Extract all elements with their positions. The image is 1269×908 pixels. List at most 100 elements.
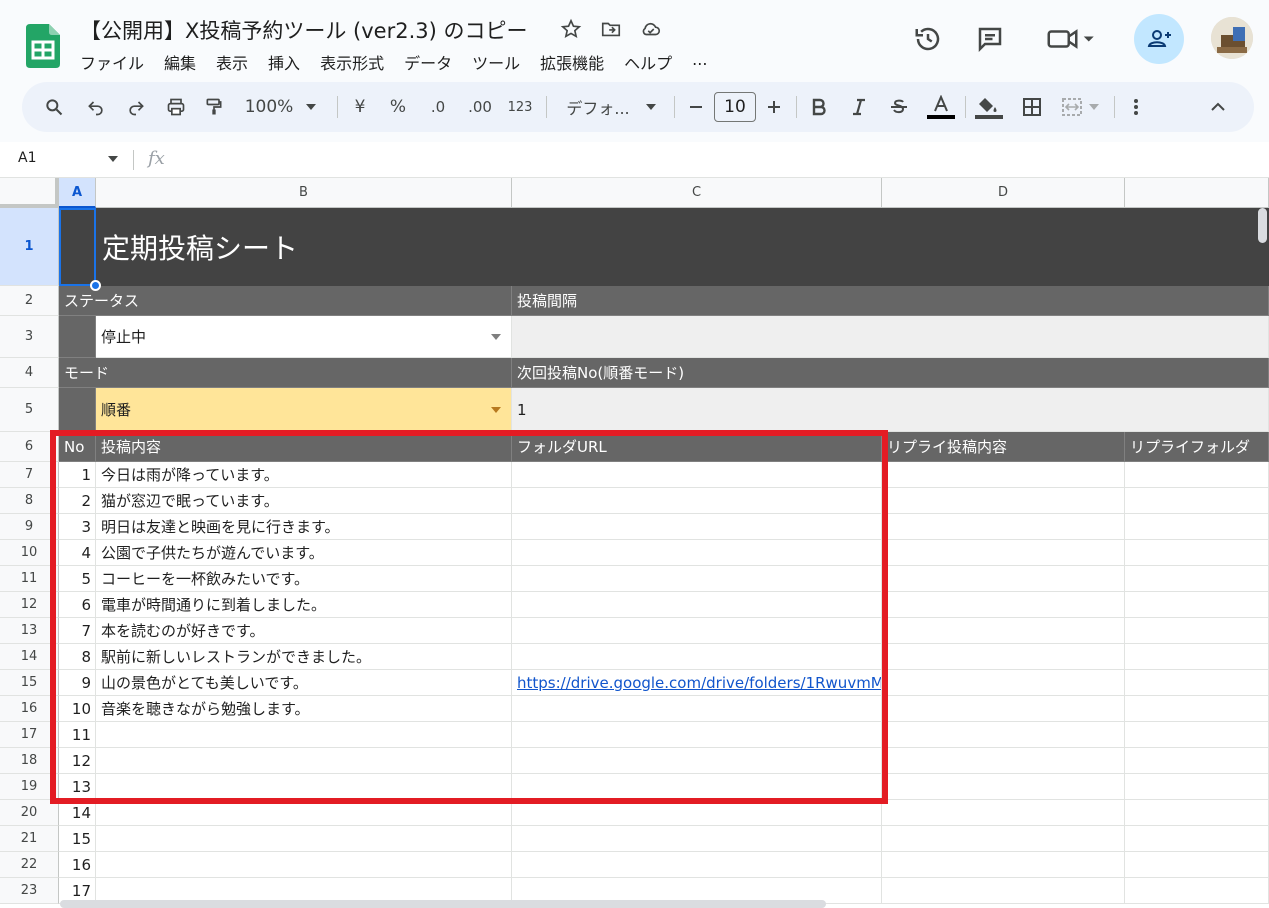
cell-a5[interactable] <box>59 388 96 432</box>
merge-cells-icon[interactable] <box>1060 95 1106 119</box>
menu-extensions[interactable]: 拡張機能 <box>540 50 604 74</box>
reply-folder-cell[interactable] <box>1125 696 1269 722</box>
row-header-6[interactable]: 6 <box>0 432 59 462</box>
reply-folder-cell[interactable] <box>1125 618 1269 644</box>
reply-content-cell[interactable] <box>882 878 1125 904</box>
reply-folder-cell[interactable] <box>1125 800 1269 826</box>
column-header-e[interactable] <box>1125 178 1269 208</box>
row-header-11[interactable]: 11 <box>0 566 59 592</box>
menu-file[interactable]: ファイル <box>80 50 144 74</box>
mode-label[interactable]: モード <box>59 358 512 388</box>
folder-url-cell[interactable] <box>512 540 882 566</box>
row-header-9[interactable]: 9 <box>0 514 59 540</box>
folder-url-cell[interactable] <box>512 462 882 488</box>
reply-content-cell[interactable] <box>882 852 1125 878</box>
no-cell[interactable]: 9 <box>59 670 96 696</box>
folder-url-cell[interactable] <box>512 644 882 670</box>
borders-icon[interactable] <box>1020 95 1044 119</box>
version-history-icon[interactable] <box>913 24 943 54</box>
reply-folder-cell[interactable] <box>1125 592 1269 618</box>
reply-folder-cell[interactable] <box>1125 514 1269 540</box>
collapse-chevron-icon[interactable] <box>1206 95 1230 119</box>
post-content-cell[interactable] <box>96 748 512 774</box>
menu-more[interactable]: ... <box>692 50 707 74</box>
row-header-7[interactable]: 7 <box>0 462 59 488</box>
folder-url-cell[interactable] <box>512 748 882 774</box>
no-cell[interactable]: 14 <box>59 800 96 826</box>
column-header-a[interactable]: A <box>59 178 96 208</box>
no-cell[interactable]: 11 <box>59 722 96 748</box>
row-header-12[interactable]: 12 <box>0 592 59 618</box>
no-cell[interactable]: 13 <box>59 774 96 800</box>
row-header-5[interactable]: 5 <box>0 388 59 432</box>
no-cell[interactable]: 15 <box>59 826 96 852</box>
reply-folder-cell[interactable] <box>1125 722 1269 748</box>
star-icon[interactable] <box>560 18 582 40</box>
name-box[interactable]: A1 <box>18 150 36 166</box>
reply-content-cell[interactable] <box>882 540 1125 566</box>
row-header-15[interactable]: 15 <box>0 670 59 696</box>
no-cell[interactable]: 16 <box>59 852 96 878</box>
italic-icon[interactable] <box>848 95 870 119</box>
post-content-cell[interactable]: 公園で子供たちが遊んでいます。 <box>96 540 512 566</box>
row-header-10[interactable]: 10 <box>0 540 59 566</box>
move-folder-icon[interactable] <box>600 18 622 40</box>
search-menus-icon[interactable] <box>42 95 66 119</box>
reply-folder-cell[interactable] <box>1125 878 1269 904</box>
font-size-decrease-icon[interactable] <box>686 95 706 119</box>
reply-content-cell[interactable] <box>882 462 1125 488</box>
vertical-scrollbar[interactable] <box>1258 208 1267 243</box>
reply-folder-cell[interactable] <box>1125 488 1269 514</box>
reply-folder-cell[interactable] <box>1125 566 1269 592</box>
dropdown-caret-icon[interactable] <box>491 333 501 340</box>
reply-content-cell[interactable] <box>882 826 1125 852</box>
share-button[interactable] <box>1134 14 1184 64</box>
mode-dropdown[interactable]: 順番 <box>96 388 512 432</box>
folder-url-cell[interactable] <box>512 592 882 618</box>
folder-url-cell[interactable] <box>512 800 882 826</box>
cell-a3[interactable] <box>59 316 96 358</box>
reply-content-cell[interactable] <box>882 618 1125 644</box>
next-post-value[interactable]: 1 <box>512 388 1269 432</box>
interval-label[interactable]: 投稿間隔 <box>512 286 1269 316</box>
reply-folder-cell[interactable] <box>1125 462 1269 488</box>
row-header-18[interactable]: 18 <box>0 748 59 774</box>
row-header-4[interactable]: 4 <box>0 358 59 388</box>
row-header-2[interactable]: 2 <box>0 286 59 316</box>
reply-content-cell[interactable] <box>882 566 1125 592</box>
post-content-cell[interactable] <box>96 800 512 826</box>
font-caret-icon[interactable] <box>644 95 658 119</box>
reply-content-cell[interactable] <box>882 774 1125 800</box>
reply-content-cell[interactable] <box>882 748 1125 774</box>
row-header-8[interactable]: 8 <box>0 488 59 514</box>
more-options-icon[interactable] <box>1126 95 1146 119</box>
row-header-14[interactable]: 14 <box>0 644 59 670</box>
increase-decimal-button[interactable]: .00 <box>466 95 494 119</box>
header-folder-url[interactable]: フォルダURL <box>512 432 882 462</box>
post-content-cell[interactable]: 山の景色がとても美しいです。 <box>96 670 512 696</box>
post-content-cell[interactable] <box>96 722 512 748</box>
document-title[interactable]: 【公開用】X投稿予約ツール (ver2.3) のコピー <box>80 15 528 45</box>
folder-url-cell[interactable]: https://drive.google.com/drive/folders/1… <box>512 670 882 696</box>
header-reply-folder[interactable]: リプライフォルダ <box>1125 432 1269 462</box>
reply-folder-cell[interactable] <box>1125 774 1269 800</box>
horizontal-scrollbar[interactable] <box>60 900 826 908</box>
folder-url-cell[interactable] <box>512 696 882 722</box>
reply-content-cell[interactable] <box>882 644 1125 670</box>
menu-format[interactable]: 表示形式 <box>320 50 384 74</box>
post-content-cell[interactable]: 駅前に新しいレストランができました。 <box>96 644 512 670</box>
no-cell[interactable]: 6 <box>59 592 96 618</box>
undo-icon[interactable] <box>84 95 108 119</box>
folder-url-cell[interactable] <box>512 566 882 592</box>
reply-folder-cell[interactable] <box>1125 540 1269 566</box>
interval-value[interactable] <box>512 316 1269 358</box>
no-cell[interactable]: 12 <box>59 748 96 774</box>
meet-icon[interactable] <box>1045 24 1095 54</box>
avatar[interactable] <box>1211 17 1253 59</box>
reply-content-cell[interactable] <box>882 722 1125 748</box>
cell-a1[interactable] <box>59 208 96 286</box>
percent-button[interactable]: % <box>388 95 408 119</box>
reply-folder-cell[interactable] <box>1125 852 1269 878</box>
reply-content-cell[interactable] <box>882 800 1125 826</box>
column-header-c[interactable]: C <box>512 178 882 208</box>
